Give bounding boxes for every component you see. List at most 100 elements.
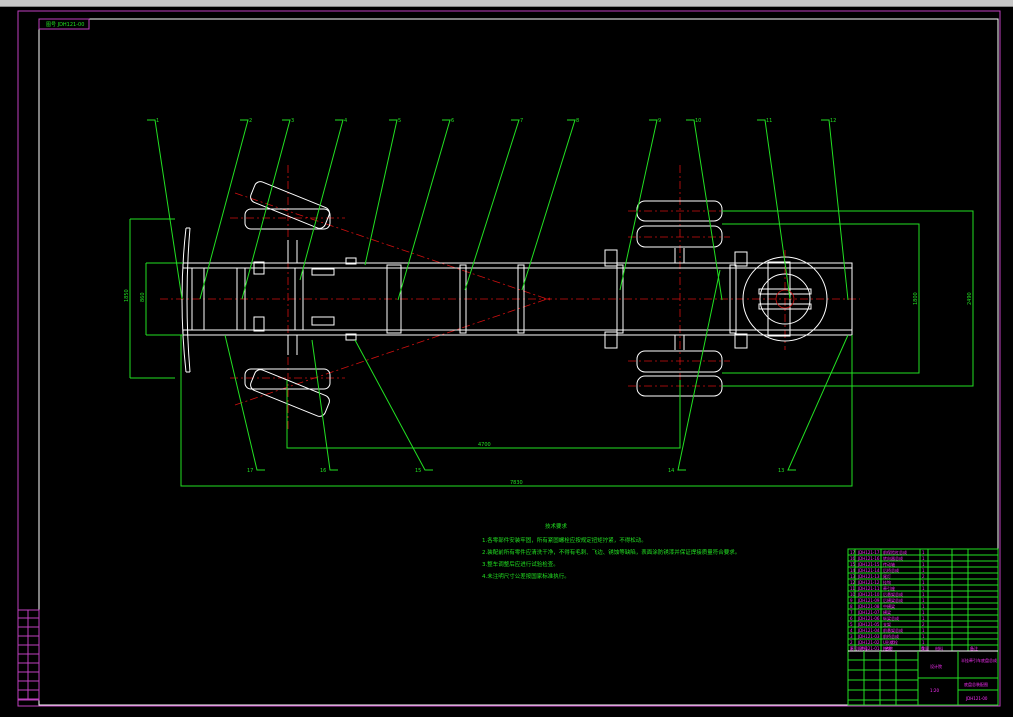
header-cell: 材料 [935,645,943,651]
part-code: JDH121-08 [857,604,880,609]
part-qty: 1 [922,604,925,609]
balloon-6: 6 [451,118,454,124]
leader-line [787,334,849,471]
chassis-frame[interactable] [181,227,853,373]
rear-wheels[interactable] [636,200,723,397]
header-cell: 序号 [850,645,858,651]
balloon-2: 2 [249,118,252,124]
balloon-7: 7 [520,118,523,124]
part-no: 3 [850,634,853,639]
leader-line [224,334,265,471]
part-name: 后横梁总成 [883,597,903,603]
svg-text:1850: 1850 [124,289,130,302]
part-code: JDH121-11 [857,586,880,591]
part-code: JDH121-09 [857,598,880,603]
svg-text:底盘总装配图: 底盘总装配图 [964,681,988,687]
part-qty: 1 [922,580,925,585]
svg-text:半挂牵引车底盘总成: 半挂牵引车底盘总成 [961,657,997,663]
part-name: 支架 [883,621,891,627]
leader-line [619,119,658,291]
part-name: 中横梁 [883,603,895,609]
part-name: 传动轴 [883,561,895,567]
part-code: JDH121-13 [857,574,880,579]
part-qty: 1 [922,586,925,591]
part-name: 横梁 [883,609,891,615]
part-code: JDH121-05 [857,622,880,627]
part-name: 前桥总成 [883,633,899,639]
svg-text:2490: 2490 [967,292,973,305]
note-line: 3.整车调整后应进行试验检查。 [482,562,559,568]
part-name: 转向器总成 [883,555,903,561]
part-no: 5 [850,622,853,627]
part-name: U形螺栓 [883,639,898,645]
svg-text:7830: 7830 [510,480,523,486]
leader-line [364,119,398,266]
part-qty: 1 [922,616,925,621]
svg-text:1:20: 1:20 [930,688,939,693]
part-no: 8 [850,604,853,609]
part-name: 纵梁总成 [883,615,899,621]
leader-line [147,119,183,300]
part-no: 2 [850,640,853,645]
part-name: 牵引座 [883,585,895,591]
leader-line [821,119,849,301]
balloon-17: 17 [247,468,253,474]
title-block: 17 JDH121-17 前保险杠总成 116 JDH121-16 转向器总成 115 JDH… [847,548,999,706]
part-code: JDH121-06 [857,616,880,621]
part-qty: 1 [922,634,925,639]
svg-text:1800: 1800 [913,292,919,305]
leader-line [397,119,451,301]
part-qty: 1 [922,640,925,645]
balloon-13: 13 [778,468,784,474]
note-line: 4.未注明尺寸公差按国家标准执行。 [482,574,570,580]
svg-text:4700: 4700 [478,442,491,448]
part-qty: 1 [922,598,925,603]
part-code: JDH121-04 [857,628,880,633]
part-name: 尾灯 [883,573,891,579]
note-line: 1.各零部件安装牢固，所有紧固螺栓应按规定扭矩拧紧，不得松动。 [482,538,647,544]
part-code: JDH121-15 [857,562,880,567]
balloon-9: 9 [658,118,661,124]
part-qty: 2 [922,622,925,627]
balloon-16: 16 [320,468,326,474]
part-no: 4 [850,628,853,633]
part-qty: 1 [922,562,925,567]
drawing-label: 图号 JDH121-00 [46,22,84,28]
part-qty: 1 [922,568,925,573]
balloon-15: 15 [415,468,421,474]
balloon-1: 1 [156,118,159,124]
leader-line [311,339,338,471]
leader-line [521,119,576,291]
part-qty: 1 [922,592,925,597]
part-code: JDH121-02 [857,640,880,645]
part-code: JDH121-14 [857,568,880,573]
part-name: 后悬架总成 [883,591,903,597]
svg-text:860: 860 [140,292,146,302]
cad-drawing[interactable]: 图号 JDH121-00 1850 860 4700 7830 1800 249… [0,0,1013,717]
part-qty: 1 [922,550,925,555]
part-qty: 1 [922,628,925,633]
note-line: 2.装配前所有零件应清洗干净，不得有毛刺、飞边、锈蚀等缺陷，表面涂防锈漆并保证焊… [482,550,741,556]
balloon-10: 10 [695,118,701,124]
part-code: JDH121-17 [857,550,880,555]
part-qty: 1 [922,556,925,561]
leader-line [199,119,249,300]
balloon-11: 11 [766,118,772,124]
leader-line [354,339,433,471]
balloon-8: 8 [576,118,579,124]
balloon-12: 12 [830,118,836,124]
left-strip [17,609,40,701]
leader-line [464,119,520,291]
notes-title: 技术要求 [545,524,568,530]
part-code: JDH121-16 [857,556,880,561]
part-code: JDH121-07 [857,610,880,615]
balloon-5: 5 [398,118,401,124]
svg-text:设计院: 设计院 [930,663,942,669]
part-name: 挂钩 [883,579,891,585]
balloon-3: 3 [291,118,294,124]
part-no: 9 [850,598,853,603]
balloon-4: 4 [344,118,347,124]
part-code: JDH121-10 [857,592,880,597]
header-cell: 名称 [885,645,893,651]
part-name: 前悬架总成 [883,627,903,633]
